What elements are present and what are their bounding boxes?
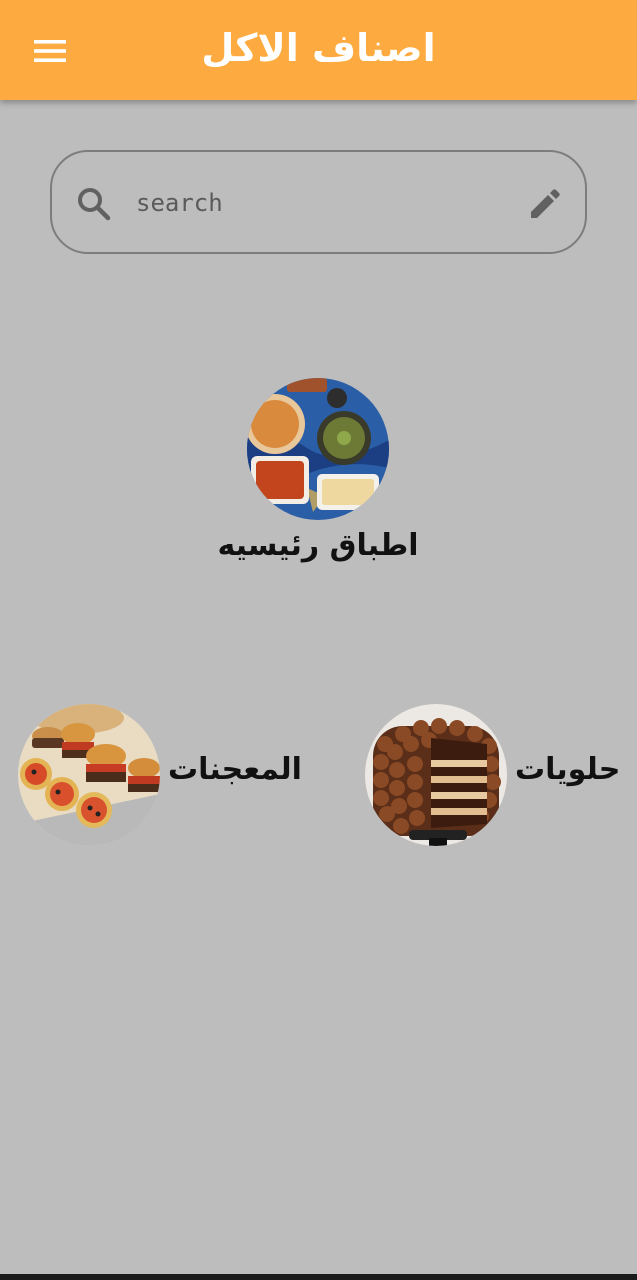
category-desserts[interactable]: حلويات (365, 704, 625, 846)
category-main-dishes[interactable]: اطباق رئيسيه (217, 378, 419, 568)
search-bar[interactable] (50, 150, 587, 254)
edit-pencil-icon[interactable] (525, 184, 565, 224)
search-icon[interactable] (74, 184, 114, 224)
search-input[interactable] (136, 180, 506, 226)
app-bar: اصناف الاكل (0, 0, 637, 100)
system-navigation-bar (0, 1274, 637, 1280)
main-dishes-image[interactable] (247, 378, 389, 520)
category-pastries[interactable]: المعجنات (18, 704, 302, 846)
page-title: اصناف الاكل (201, 26, 436, 70)
pastries-image[interactable] (18, 704, 160, 846)
category-label: حلويات (515, 752, 621, 787)
category-label: اطباق رئيسيه (217, 528, 419, 563)
desserts-image[interactable] (365, 704, 507, 846)
category-label: المعجنات (168, 752, 302, 787)
